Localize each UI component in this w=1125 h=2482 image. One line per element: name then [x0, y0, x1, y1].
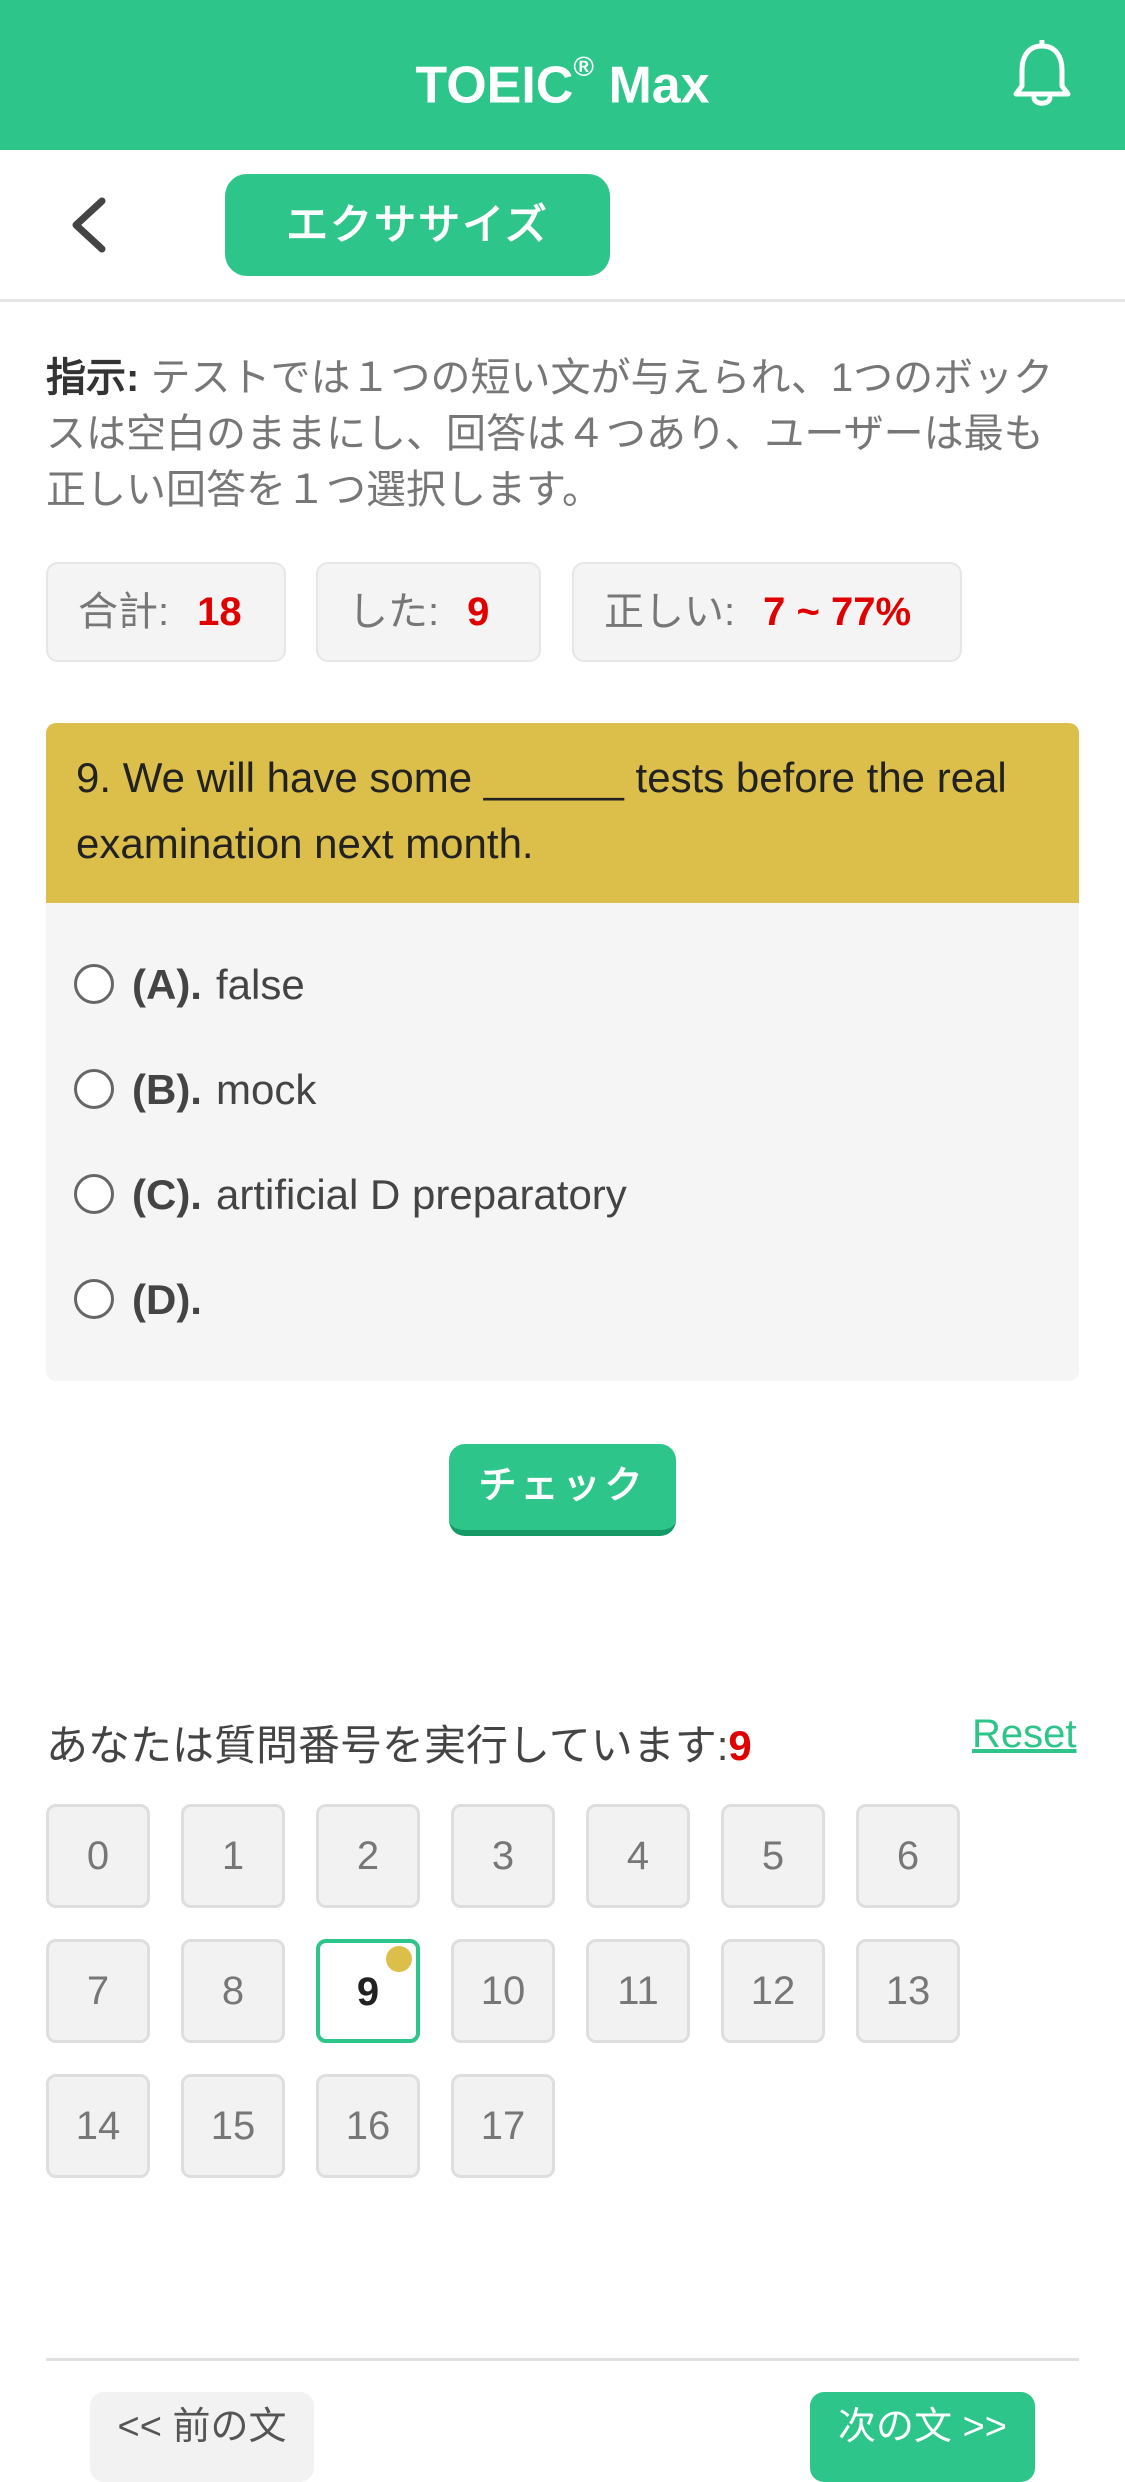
question-number-button[interactable]: 12: [721, 1939, 825, 2043]
footer-divider: [46, 2358, 1079, 2361]
question-number-button[interactable]: 1: [181, 1804, 285, 1908]
instructions: 指示: テストでは１つの短い文が与えられ、1つのボックスは空白のままにし、回答は…: [46, 350, 1076, 518]
reset-link[interactable]: Reset: [972, 1712, 1077, 1757]
question-number-button[interactable]: 13: [856, 1939, 960, 2043]
question-number-button[interactable]: 7: [46, 1939, 150, 2043]
question-number-button[interactable]: 15: [181, 2074, 285, 2178]
option-a[interactable]: (A). false: [74, 955, 1054, 1015]
option-d[interactable]: (D).: [74, 1270, 1054, 1330]
option-c-text: artificial D preparatory: [215, 1171, 627, 1218]
bell-icon[interactable]: [1010, 40, 1074, 110]
option-c[interactable]: (C). artificial D preparatory: [74, 1165, 1054, 1225]
question-number-button[interactable]: 10: [451, 1939, 555, 2043]
prev-sentence-button[interactable]: << 前の文: [90, 2392, 314, 2482]
stat-done-label: した:: [348, 590, 440, 634]
current-question-number: 9: [728, 1722, 752, 1769]
question-number-button[interactable]: 17: [451, 2074, 555, 2178]
stat-total-value: 18: [197, 590, 242, 634]
option-b-text: mock: [215, 1066, 317, 1113]
question-number-button[interactable]: 8: [181, 1939, 285, 2043]
stat-done: した: 9: [316, 562, 541, 662]
radio-icon[interactable]: [74, 1068, 114, 1109]
stat-correct-value: 7 ~ 77%: [763, 590, 912, 634]
stat-correct-label: 正しい:: [604, 590, 736, 634]
registered-mark: ®: [573, 51, 594, 82]
next-sentence-button[interactable]: 次の文 >>: [810, 2392, 1035, 2482]
option-a-text: false: [215, 961, 305, 1008]
stat-total: 合計: 18: [46, 562, 286, 662]
option-b-label: (B).: [132, 1066, 202, 1113]
question-number-button[interactable]: 5: [721, 1804, 825, 1908]
current-question-label: あなたは質問番号を実行しています:9: [46, 1712, 752, 1773]
tab-exercise[interactable]: エクササイズ: [225, 174, 610, 276]
question-text: 9. We will have some ______ tests before…: [46, 723, 1079, 903]
option-d-label: (D).: [132, 1276, 202, 1323]
option-c-label: (C).: [132, 1171, 202, 1218]
question-number-button[interactable]: 16: [316, 2074, 420, 2178]
option-a-label: (A).: [132, 961, 202, 1008]
stat-correct: 正しい: 7 ~ 77%: [572, 562, 962, 662]
radio-icon[interactable]: [74, 1278, 114, 1319]
radio-icon[interactable]: [74, 1173, 114, 1214]
question-number-button[interactable]: 3: [451, 1804, 555, 1908]
question-number-button[interactable]: 2: [316, 1804, 420, 1908]
current-question-text: あなたは質問番号を実行しています:: [46, 1722, 729, 1769]
app-title-suffix: Max: [594, 56, 710, 115]
instructions-label: 指示:: [46, 356, 140, 400]
question-number-button[interactable]: 0: [46, 1804, 150, 1908]
instructions-text: テストでは１つの短い文が与えられ、1つのボックスは空白のままにし、回答は４つあり…: [46, 356, 1054, 512]
app-title: TOEIC® Max: [0, 0, 1125, 150]
check-button[interactable]: チェック: [449, 1444, 676, 1536]
question-number-button[interactable]: 14: [46, 2074, 150, 2178]
question-number-button[interactable]: 6: [856, 1804, 960, 1908]
stat-done-value: 9: [467, 590, 490, 634]
app-title-text: TOEIC: [415, 56, 574, 115]
chevron-left-icon[interactable]: [66, 195, 110, 255]
radio-icon[interactable]: [74, 963, 114, 1004]
marked-dot-icon: [386, 1946, 412, 1972]
question-number-button[interactable]: 4: [586, 1804, 690, 1908]
question-number-button[interactable]: 11: [586, 1939, 690, 2043]
stat-total-label: 合計:: [78, 590, 170, 634]
option-b[interactable]: (B). mock: [74, 1060, 1054, 1120]
